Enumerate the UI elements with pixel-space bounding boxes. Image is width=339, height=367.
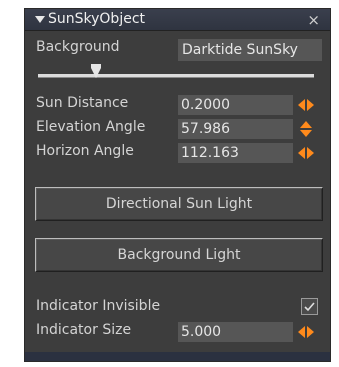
elevation-angle-input[interactable]: 57.986 xyxy=(178,119,293,139)
horizontal-arrows-icon[interactable] xyxy=(296,144,316,162)
indicator-invisible-checkbox[interactable] xyxy=(301,298,318,315)
background-dropdown[interactable]: Darktide SunSky xyxy=(178,39,322,61)
elevation-angle-label: Elevation Angle xyxy=(36,119,146,135)
horizontal-arrows-icon[interactable] xyxy=(296,323,316,341)
indicator-invisible-label: Indicator Invisible xyxy=(36,298,161,314)
panel-title: SunSkyObject xyxy=(48,11,146,27)
background-label: Background xyxy=(36,39,120,55)
panel-titlebar[interactable]: SunSkyObject × xyxy=(25,9,330,31)
indicator-size-label: Indicator Size xyxy=(36,322,132,338)
background-slider-track[interactable] xyxy=(38,74,314,78)
sunsky-panel: SunSkyObject × Background Darktide SunSk… xyxy=(24,8,331,362)
background-light-button[interactable]: Background Light xyxy=(35,238,323,272)
vertical-arrows-icon[interactable] xyxy=(296,120,316,138)
indicator-size-input[interactable]: 5.000 xyxy=(178,322,293,342)
collapse-triangle-icon[interactable] xyxy=(35,16,45,23)
sun-distance-label: Sun Distance xyxy=(36,95,129,111)
sun-distance-input[interactable]: 0.2000 xyxy=(178,95,293,115)
directional-sun-light-button[interactable]: Directional Sun Light xyxy=(35,187,323,221)
horizon-angle-label: Horizon Angle xyxy=(36,143,134,159)
close-icon[interactable]: × xyxy=(307,11,320,29)
background-slider-thumb[interactable] xyxy=(91,64,101,78)
horizon-angle-input[interactable]: 112.163 xyxy=(178,143,293,163)
panel-footer xyxy=(25,352,330,361)
horizontal-arrows-icon[interactable] xyxy=(296,96,316,114)
